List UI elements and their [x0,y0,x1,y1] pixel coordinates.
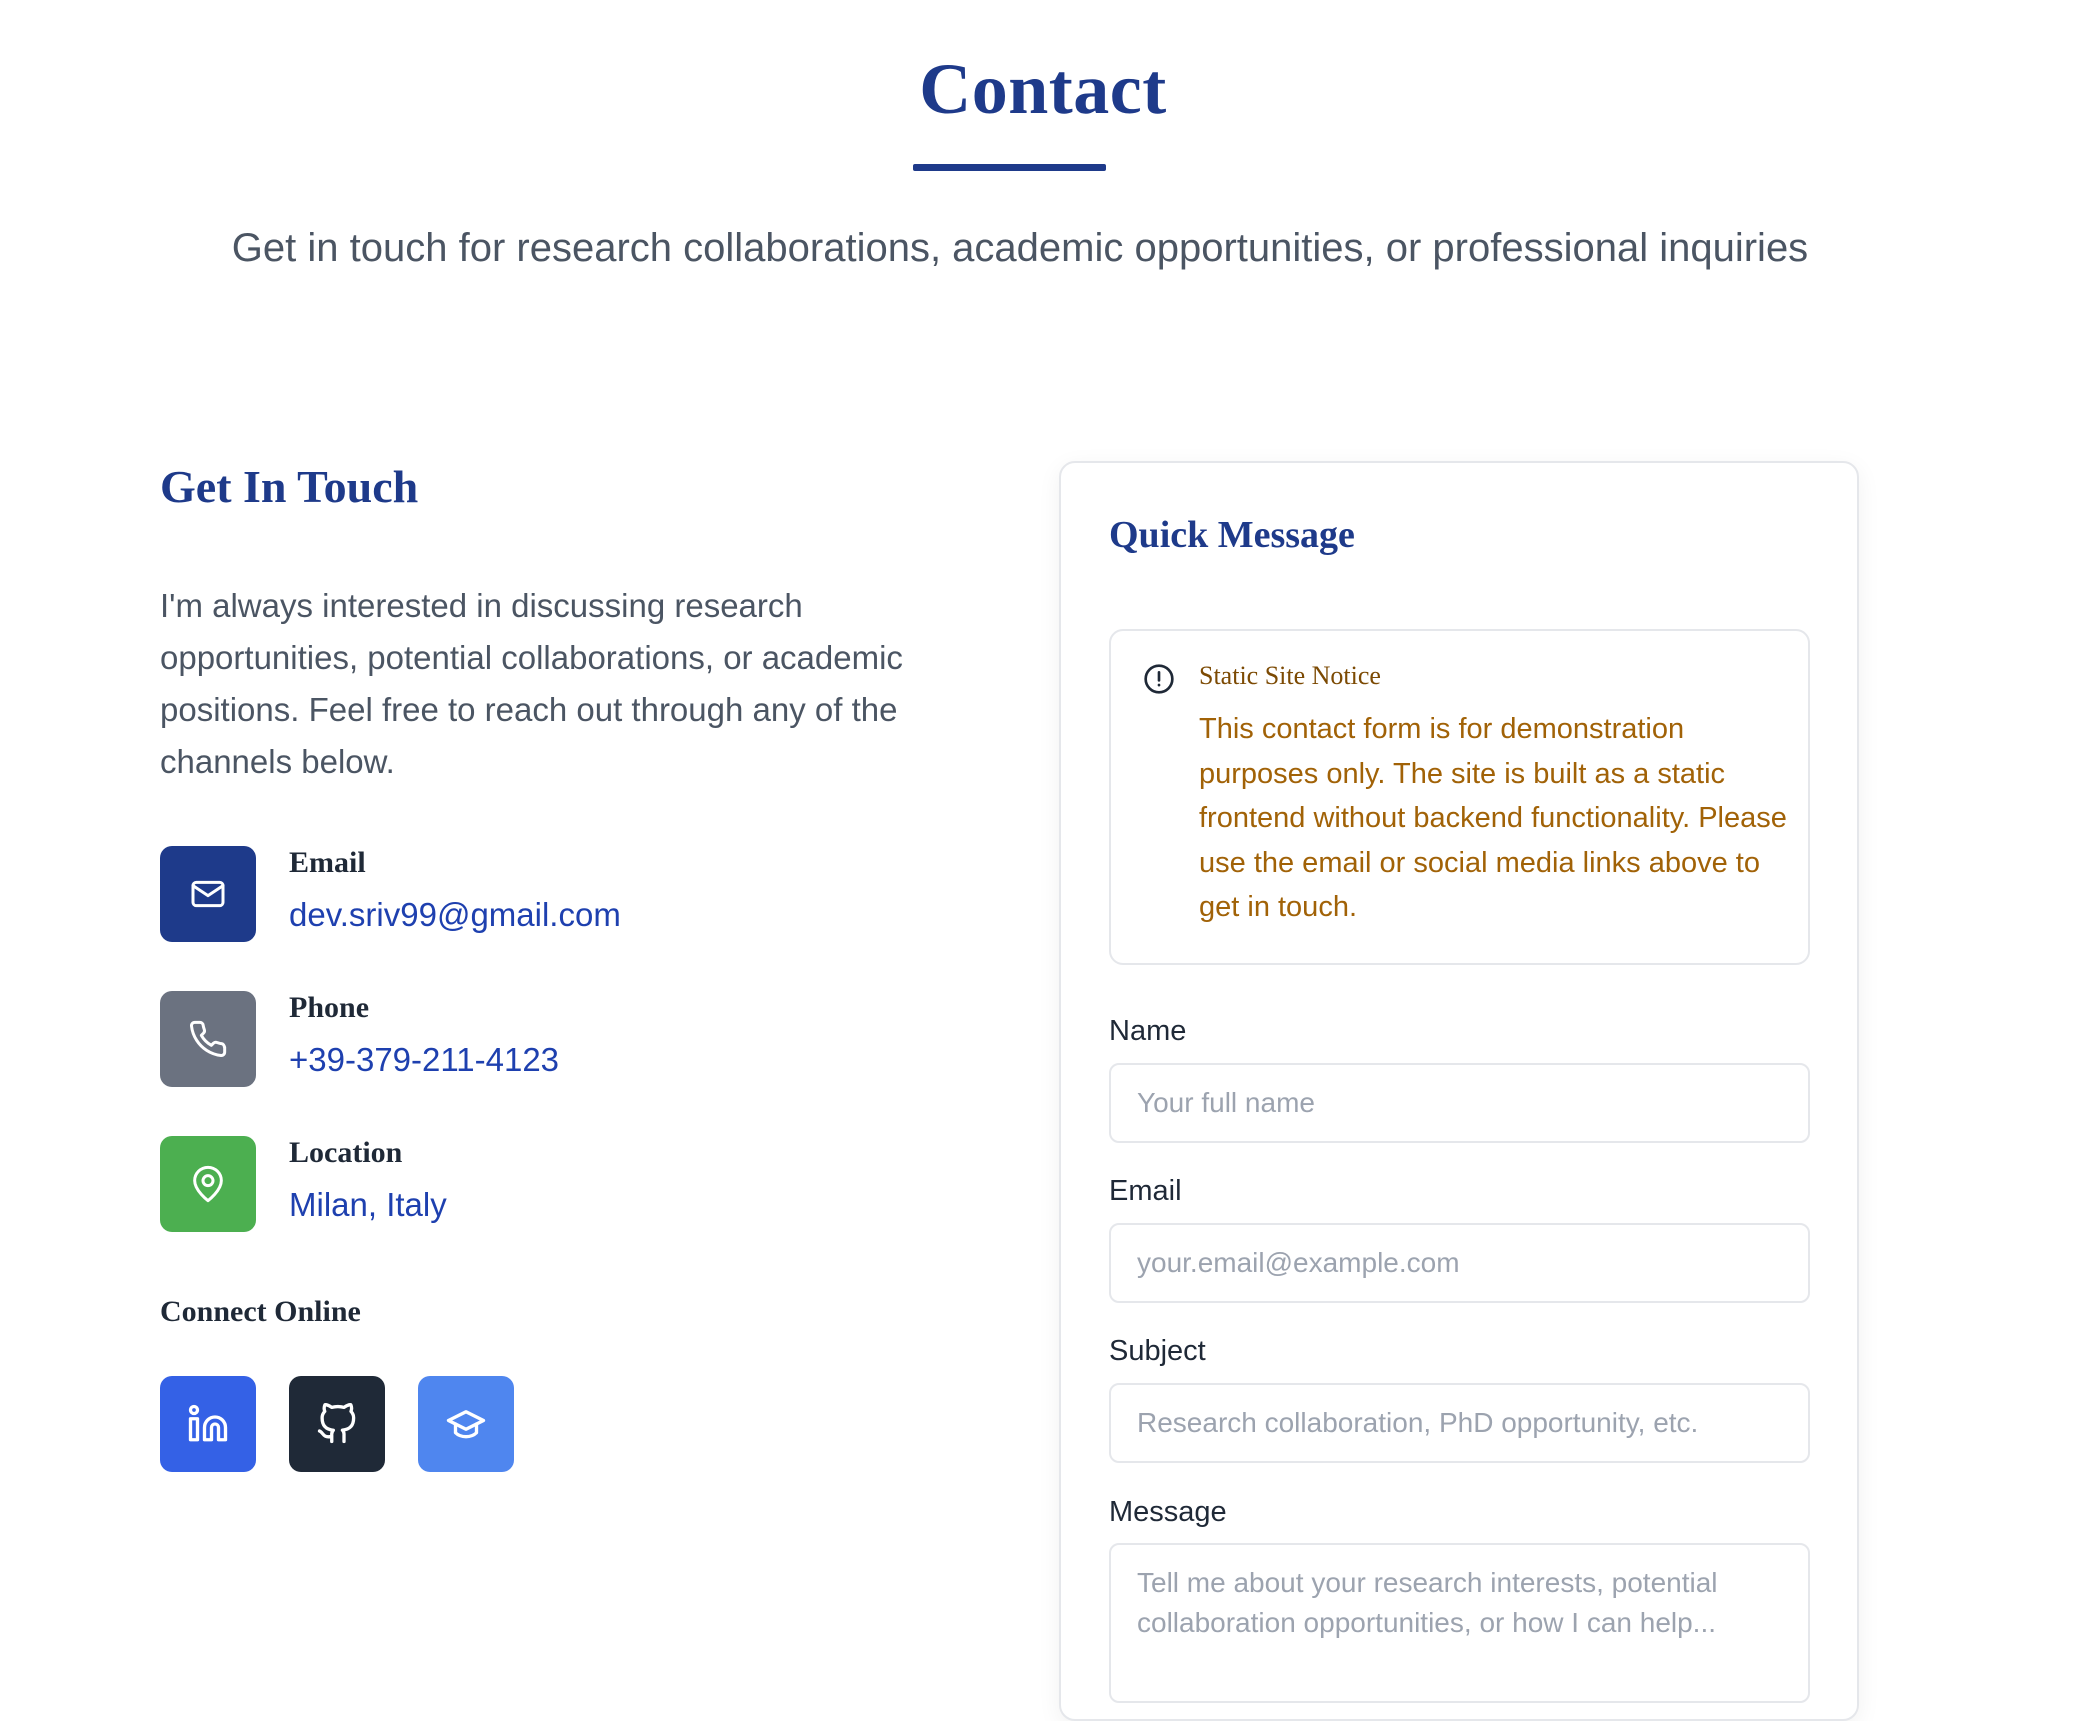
notice-body: This contact form is for demonstration p… [1199,713,1787,923]
subject-input[interactable] [1109,1383,1810,1463]
name-input[interactable] [1109,1063,1810,1143]
card-title: Quick Message [1109,514,1355,556]
message-textarea[interactable] [1109,1543,1810,1703]
linkedin-button[interactable] [160,1376,256,1472]
phone-link[interactable]: +39-379-211-4123 [289,1041,559,1079]
graduation-cap-icon [446,1410,486,1439]
location-link[interactable]: Milan, Italy [289,1186,447,1224]
title-underline [913,164,1106,171]
contact-label: Location [289,1136,403,1169]
mail-icon [160,846,256,942]
subject-label: Subject [1109,1335,1206,1367]
name-label: Name [1109,1015,1187,1047]
contact-label: Email [289,846,366,879]
contact-phone: Phone +39-379-211-4123 [160,991,860,1087]
contact-email: Email dev.sriv99@gmail.com [160,846,860,942]
map-pin-icon [160,1136,256,1232]
connect-online-title: Connect Online [160,1295,361,1328]
contact-page: Contact Get in touch for research collab… [0,0,2086,1721]
email-input[interactable] [1109,1223,1810,1303]
alert-circle-icon [1144,664,1174,694]
contact-label: Phone [289,991,370,1024]
contact-location: Location Milan, Italy [160,1136,860,1232]
static-site-notice: Static Site Notice This contact form is … [1109,629,1810,965]
email-link[interactable]: dev.sriv99@gmail.com [289,896,621,934]
intro-text: I'm always interested in discussing rese… [160,587,903,780]
github-button[interactable] [289,1376,385,1472]
quick-message-card: Quick Message Static Site Notice This co… [1059,461,1859,1721]
get-in-touch-section: Get In Touch I'm always interested in di… [160,460,960,1472]
notice-title: Static Site Notice [1199,661,1381,690]
section-title: Get In Touch [160,461,419,512]
page-title: Contact [919,49,1167,129]
phone-icon [160,991,256,1087]
github-icon [317,1403,356,1444]
email-label: Email [1109,1175,1182,1207]
page-subtitle: Get in touch for research collaborations… [231,226,1809,270]
scholar-button[interactable] [418,1376,514,1472]
linkedin-icon [188,1404,228,1442]
message-label: Message [1109,1496,1227,1528]
